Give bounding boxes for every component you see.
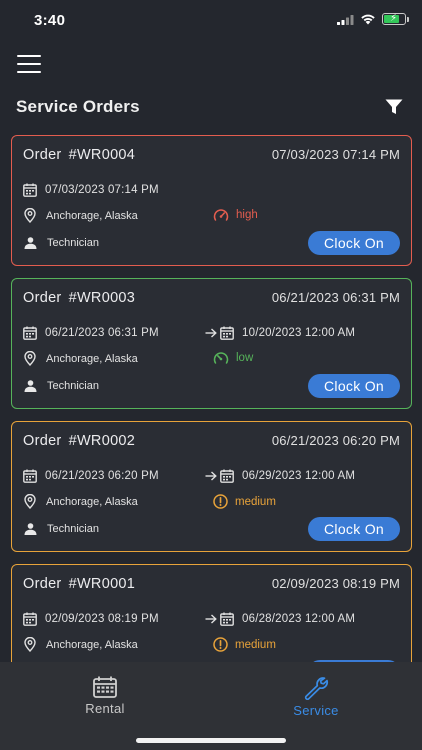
order-card[interactable]: Order #WR0003 06/21/2023 06:31 PM 06/21/2…	[11, 278, 412, 409]
order-created-date: 06/21/2023 06:20 PM	[271, 433, 400, 448]
wrench-icon	[304, 677, 329, 700]
tab-service[interactable]: Service	[266, 676, 366, 718]
order-start-row: 02/09/2023 08:19 PM	[23, 612, 159, 626]
order-priority: medium	[235, 495, 276, 508]
location-pin-icon	[24, 208, 36, 223]
calendar-icon	[93, 676, 117, 698]
person-icon	[24, 523, 37, 535]
order-start-row: 06/21/2023 06:20 PM	[23, 469, 159, 483]
order-end-date: 06/29/2023 12:00 AM	[242, 470, 356, 482]
order-priority: high	[236, 209, 258, 221]
order-priority-row: high	[213, 208, 258, 222]
order-assignee: Technician	[47, 523, 99, 535]
hamburger-menu-icon[interactable]	[17, 55, 41, 73]
cellular-signal-icon	[337, 14, 354, 25]
order-location: Anchorage, Alaska	[46, 352, 138, 365]
status-time: 3:40	[34, 12, 66, 29]
arrow-right-icon	[205, 328, 217, 338]
order-end-row: 06/28/2023 12:00 AM	[205, 612, 355, 626]
clock-on-button[interactable]: Clock On	[308, 374, 400, 398]
filter-funnel-icon[interactable]	[385, 99, 403, 115]
low-speed-icon	[213, 352, 229, 364]
order-assignee-row: Technician	[24, 523, 99, 535]
order-location: Anchorage, Alaska	[46, 495, 138, 508]
calendar-icon	[220, 612, 234, 626]
calendar-icon	[23, 183, 37, 197]
tab-rental-label: Rental	[85, 701, 125, 716]
wifi-icon	[361, 14, 375, 25]
order-created-date: 02/09/2023 08:19 PM	[271, 576, 400, 591]
order-id: #WR0001	[68, 576, 136, 592]
bottom-tab-bar: Rental Service	[0, 662, 422, 750]
speed-gauge-icon	[213, 209, 229, 221]
order-assignee-row: Technician	[24, 380, 99, 392]
order-title: Order #WR0001	[23, 576, 135, 592]
calendar-icon	[220, 326, 234, 340]
order-priority-row: medium	[213, 494, 276, 509]
status-icons: ⚡	[337, 13, 409, 25]
order-start-date: 06/21/2023 06:31 PM	[45, 327, 159, 339]
order-card[interactable]: Order #WR0001 02/09/2023 08:19 PM 02/09/2…	[11, 564, 412, 662]
order-label: Order	[23, 576, 62, 592]
order-priority-row: low	[213, 351, 253, 365]
calendar-icon	[220, 469, 234, 483]
clock-on-button[interactable]: Clock On	[308, 517, 400, 541]
calendar-icon	[23, 326, 37, 340]
order-list[interactable]: Order #WR0004 07/03/2023 07:14 PM 07/03/2…	[11, 135, 412, 662]
alert-circle-icon	[213, 494, 228, 509]
order-location: Anchorage, Alaska	[46, 209, 138, 222]
calendar-icon	[23, 612, 37, 626]
order-priority: medium	[235, 638, 276, 651]
location-pin-icon	[24, 351, 36, 366]
order-location-row: Anchorage, Alaska	[24, 494, 138, 509]
order-label: Order	[23, 433, 62, 449]
home-indicator	[136, 738, 286, 743]
order-start-date: 07/03/2023 07:14 PM	[45, 184, 159, 196]
calendar-icon	[23, 469, 37, 483]
order-end-row: 10/20/2023 12:00 AM	[205, 326, 355, 340]
order-start-row: 07/03/2023 07:14 PM	[23, 183, 159, 197]
status-bar: 3:40 ⚡	[0, 0, 422, 42]
location-pin-icon	[24, 494, 36, 509]
order-assignee: Technician	[47, 380, 99, 392]
order-start-row: 06/21/2023 06:31 PM	[23, 326, 159, 340]
order-end-row: 06/29/2023 12:00 AM	[205, 469, 355, 483]
order-created-date: 06/21/2023 06:31 PM	[271, 290, 400, 305]
order-priority: low	[236, 352, 254, 364]
alert-circle-icon	[213, 637, 228, 652]
order-location-row: Anchorage, Alaska	[24, 351, 138, 366]
order-title: Order #WR0003	[23, 290, 135, 306]
order-id: #WR0004	[68, 147, 136, 163]
order-end-date: 10/20/2023 12:00 AM	[242, 327, 356, 339]
tab-service-label: Service	[293, 703, 339, 718]
order-id: #WR0002	[68, 433, 136, 449]
page-title: Service Orders	[16, 97, 140, 116]
order-created-date: 07/03/2023 07:14 PM	[271, 147, 400, 162]
order-location-row: Anchorage, Alaska	[24, 637, 138, 652]
person-icon	[24, 380, 37, 392]
order-title: Order #WR0004	[23, 147, 135, 163]
location-pin-icon	[24, 637, 36, 652]
order-label: Order	[23, 147, 62, 163]
tab-rental[interactable]: Rental	[55, 676, 155, 716]
order-location-row: Anchorage, Alaska	[24, 208, 138, 223]
order-start-date: 06/21/2023 06:20 PM	[45, 470, 159, 482]
battery-icon: ⚡	[382, 13, 409, 25]
order-location: Anchorage, Alaska	[46, 638, 138, 651]
order-start-date: 02/09/2023 08:19 PM	[45, 613, 159, 625]
order-assignee: Technician	[47, 237, 99, 249]
order-end-date: 06/28/2023 12:00 AM	[242, 613, 356, 625]
person-icon	[24, 237, 37, 249]
arrow-right-icon	[205, 471, 217, 481]
clock-on-button[interactable]: Clock On	[308, 231, 400, 255]
order-card[interactable]: Order #WR0004 07/03/2023 07:14 PM 07/03/2…	[11, 135, 412, 266]
arrow-right-icon	[205, 614, 217, 624]
order-id: #WR0003	[68, 290, 136, 306]
order-label: Order	[23, 290, 62, 306]
order-title: Order #WR0002	[23, 433, 135, 449]
order-card[interactable]: Order #WR0002 06/21/2023 06:20 PM 06/21/2…	[11, 421, 412, 552]
order-priority-row: medium	[213, 637, 276, 652]
order-assignee-row: Technician	[24, 237, 99, 249]
